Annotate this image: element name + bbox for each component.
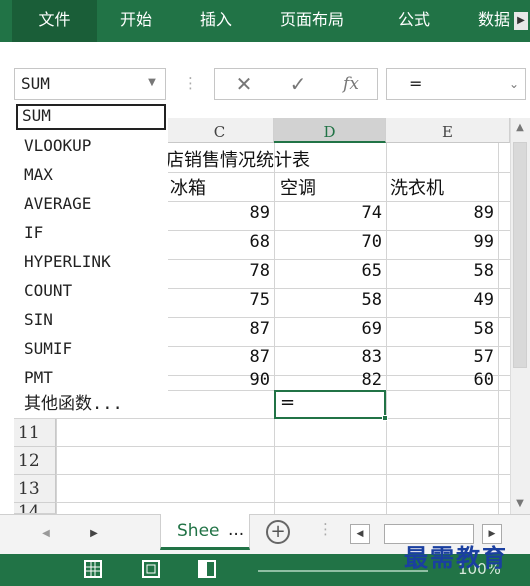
scroll-down-icon[interactable]: ▼	[510, 494, 530, 514]
table-cell[interactable]: 58	[386, 319, 494, 339]
table-cell[interactable]: 49	[386, 290, 494, 310]
gridline	[166, 259, 510, 260]
watermark-logo: 最需教育	[404, 543, 508, 572]
table-cell[interactable]: 74	[274, 203, 382, 223]
table-cell[interactable]: 75	[166, 290, 270, 310]
table-cell[interactable]: 57	[386, 347, 494, 367]
tab-insert[interactable]: 插入	[200, 0, 232, 42]
formula-input[interactable]: = ⌄	[386, 68, 526, 100]
function-item[interactable]: AVERAGE	[24, 190, 91, 218]
row-header[interactable]: 13	[14, 475, 56, 503]
next-sheet-icon[interactable]: ▶	[86, 526, 102, 542]
function-item[interactable]: IF	[24, 219, 43, 247]
tab-data[interactable]: 数据	[478, 0, 510, 42]
function-item[interactable]: MAX	[24, 161, 53, 189]
table-header[interactable]: 空调	[280, 174, 316, 200]
table-header[interactable]: 洗衣机	[390, 174, 444, 200]
table-cell[interactable]: 90	[166, 370, 270, 390]
table-cell[interactable]: 89	[386, 203, 494, 223]
tab-home[interactable]: 开始	[120, 0, 152, 42]
table-cell[interactable]: 58	[386, 261, 494, 281]
function-selection-highlight	[16, 104, 166, 130]
ribbon-body	[0, 42, 530, 64]
expand-formula-icon[interactable]: ⌄	[509, 69, 519, 99]
formula-text: =	[409, 74, 423, 93]
page-layout-view-icon[interactable]	[142, 560, 160, 578]
function-item[interactable]: SIN	[24, 306, 53, 334]
tab-page-layout[interactable]: 页面布局	[280, 0, 344, 42]
active-cell-value: =	[280, 392, 296, 413]
gridline	[14, 418, 510, 419]
column-header-c[interactable]: C	[166, 118, 274, 143]
zoom-slider[interactable]	[258, 570, 428, 572]
function-item[interactable]: HYPERLINK	[24, 248, 111, 276]
scroll-left-icon[interactable]: ◀	[350, 524, 370, 544]
gridline	[166, 172, 510, 173]
more-sheets-button[interactable]: ...	[228, 520, 244, 540]
row-header[interactable]: 12	[14, 447, 56, 475]
scroll-up-icon[interactable]: ▲	[510, 118, 530, 138]
function-item[interactable]: PMT	[24, 364, 53, 392]
row-header[interactable]: 11	[14, 419, 56, 447]
table-cell[interactable]: 78	[166, 261, 270, 281]
insert-function-button[interactable]: fx	[333, 69, 369, 99]
table-header[interactable]: 冰箱	[170, 174, 206, 200]
formula-buttons: ✕ ✓ fx	[214, 68, 378, 100]
gridline	[14, 446, 510, 447]
cancel-button[interactable]: ✕	[229, 69, 259, 99]
table-cell[interactable]: 65	[274, 261, 382, 281]
gridline	[14, 474, 510, 475]
column-header-d[interactable]: D	[274, 118, 386, 143]
table-title[interactable]: 店销售情况统计表	[166, 146, 310, 172]
table-cell[interactable]: 87	[166, 319, 270, 339]
table-cell[interactable]: 99	[386, 232, 494, 252]
table-cell[interactable]: 70	[274, 232, 382, 252]
previous-sheet-icon[interactable]: ◀	[38, 526, 54, 542]
table-cell[interactable]: 60	[386, 370, 494, 390]
function-item[interactable]: SUMIF	[24, 335, 72, 363]
scrollbar-thumb[interactable]	[513, 142, 527, 368]
ribbon: 文件 开始 插入 页面布局 公式 数据	[0, 0, 530, 42]
row-header[interactable]: 14	[14, 503, 56, 514]
add-sheet-button[interactable]: +	[266, 520, 290, 544]
gridline	[166, 288, 510, 289]
chevron-down-icon[interactable]: ▼	[144, 73, 160, 93]
gridline	[498, 143, 499, 514]
table-cell[interactable]: 58	[274, 290, 382, 310]
table-cell[interactable]: 83	[274, 347, 382, 367]
enter-button[interactable]: ✓	[283, 69, 313, 99]
table-cell[interactable]: 87	[166, 347, 270, 367]
column-header-e[interactable]: E	[386, 118, 510, 143]
tab-formulas[interactable]: 公式	[398, 0, 430, 42]
ribbon-scroll-right-icon[interactable]: ▶	[514, 12, 528, 30]
gridline	[166, 317, 510, 318]
table-cell[interactable]: 89	[166, 203, 270, 223]
more-functions-item[interactable]: 其他函数...	[24, 390, 123, 418]
gridline	[14, 502, 510, 503]
table-cell[interactable]: 69	[274, 319, 382, 339]
gridline	[166, 230, 510, 231]
gridline	[56, 418, 57, 514]
page-break-view-icon[interactable]	[198, 560, 216, 578]
tab-file[interactable]: 文件	[12, 0, 97, 42]
fill-handle[interactable]	[382, 415, 388, 421]
table-cell[interactable]: 68	[166, 232, 270, 252]
drag-handle-icon[interactable]: ⋮	[183, 68, 198, 100]
normal-view-icon[interactable]	[84, 560, 102, 578]
function-item[interactable]: VLOOKUP	[24, 132, 91, 160]
table-cell[interactable]: 82	[274, 370, 382, 390]
split-handle-icon[interactable]: ⋮	[318, 520, 333, 538]
function-item[interactable]: COUNT	[24, 277, 72, 305]
function-dropdown: SUM VLOOKUP MAX AVERAGE IF HYPERLINK COU…	[14, 102, 168, 418]
gridline	[166, 201, 510, 202]
